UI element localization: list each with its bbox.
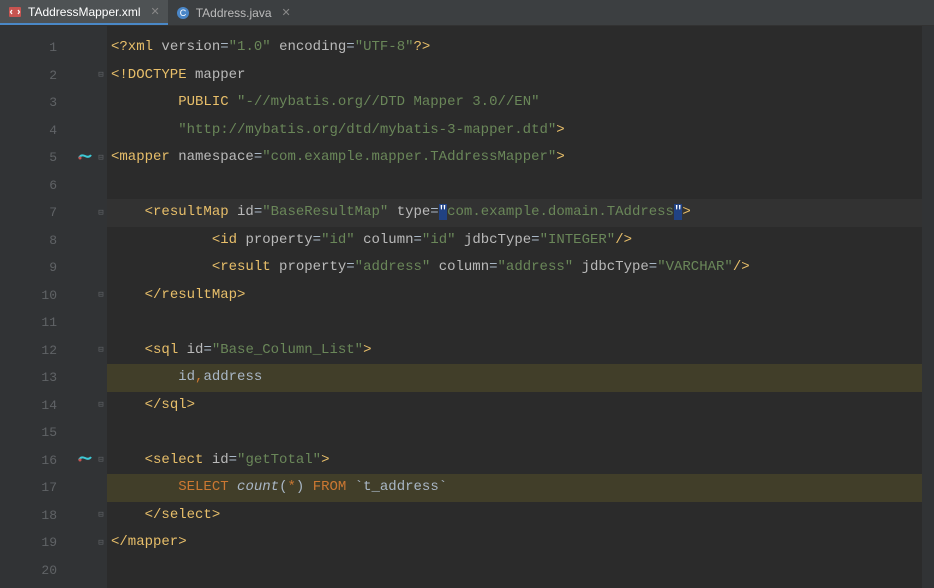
tab-label: TAddressMapper.xml — [28, 5, 140, 19]
tab-taddress-java[interactable]: C TAddress.java ✕ — [168, 0, 299, 25]
code-line — [107, 309, 922, 337]
code-editor[interactable]: 1 2 3 4 5 6 7 8 9 10 11 12 13 14 15 16 1… — [0, 26, 934, 588]
code-line — [107, 172, 922, 200]
code-line: <?xml version="1.0" encoding="UTF-8"?> — [107, 34, 922, 62]
tab-label: TAddress.java — [196, 6, 272, 20]
line-number: 12 — [15, 337, 75, 365]
line-number: 20 — [15, 557, 75, 585]
line-number: 1 — [15, 34, 75, 62]
code-line: </sql> — [107, 392, 922, 420]
line-number: 5 — [15, 144, 75, 172]
code-line — [107, 557, 922, 585]
line-number: 2 — [15, 62, 75, 90]
line-number: 15 — [15, 419, 75, 447]
mybatis-nav-icon[interactable] — [75, 144, 95, 172]
line-number: 14 — [15, 392, 75, 420]
fold-end-icon[interactable]: ⊟ — [95, 392, 107, 420]
left-margin — [0, 26, 15, 588]
code-line: </mapper> — [107, 529, 922, 557]
xml-file-icon — [8, 5, 22, 19]
line-number: 16 — [15, 447, 75, 475]
code-line: </resultMap> — [107, 282, 922, 310]
fold-toggle-icon[interactable]: ⊟ — [95, 337, 107, 365]
code-line: <result property="address" column="addre… — [107, 254, 922, 282]
code-line: </select> — [107, 502, 922, 530]
code-line — [107, 419, 922, 447]
tab-taddressmapper-xml[interactable]: TAddressMapper.xml ✕ — [0, 0, 168, 25]
line-number: 18 — [15, 502, 75, 530]
code-line: <select id="getTotal"> — [107, 447, 922, 475]
line-number: 9 — [15, 254, 75, 282]
java-class-icon: C — [176, 6, 190, 20]
close-icon[interactable]: ✕ — [282, 6, 291, 19]
line-number: 10 — [15, 282, 75, 310]
line-number: 11 — [15, 309, 75, 337]
line-number: 13 — [15, 364, 75, 392]
line-number: 4 — [15, 117, 75, 145]
code-line: SELECT count(*) FROM `t_address` — [107, 474, 922, 502]
fold-toggle-icon[interactable]: ⊟ — [95, 62, 107, 90]
code-line: <sql id="Base_Column_List"> — [107, 337, 922, 365]
fold-toggle-icon[interactable]: ⊟ — [95, 199, 107, 227]
line-number: 7 — [15, 199, 75, 227]
line-number: 8 — [15, 227, 75, 255]
fold-end-icon[interactable]: ⊟ — [95, 529, 107, 557]
line-number: 19 — [15, 529, 75, 557]
code-line: <id property="id" column="id" jdbcType="… — [107, 227, 922, 255]
svg-text:C: C — [179, 8, 186, 18]
fold-end-icon[interactable]: ⊟ — [95, 502, 107, 530]
right-scrollbar-strip[interactable] — [922, 26, 934, 588]
mybatis-nav-icon[interactable] — [75, 447, 95, 475]
editor-tabs: TAddressMapper.xml ✕ C TAddress.java ✕ — [0, 0, 934, 26]
line-number: 17 — [15, 474, 75, 502]
fold-end-icon[interactable]: ⊟ — [95, 282, 107, 310]
code-area[interactable]: <?xml version="1.0" encoding="UTF-8"?> <… — [107, 26, 922, 588]
code-line: <mapper namespace="com.example.mapper.TA… — [107, 144, 922, 172]
line-number: 3 — [15, 89, 75, 117]
close-icon[interactable]: ✕ — [150, 5, 159, 18]
line-number-gutter: 1 2 3 4 5 6 7 8 9 10 11 12 13 14 15 16 1… — [15, 26, 75, 588]
code-line: PUBLIC "-//mybatis.org//DTD Mapper 3.0//… — [107, 89, 922, 117]
code-line-current: <resultMap id="BaseResultMap" type="com.… — [107, 199, 922, 227]
fold-toggle-icon[interactable]: ⊟ — [95, 144, 107, 172]
gutter-icon-column — [75, 26, 95, 588]
code-line: "http://mybatis.org/dtd/mybatis-3-mapper… — [107, 117, 922, 145]
code-line: <!DOCTYPE mapper — [107, 62, 922, 90]
fold-toggle-icon[interactable]: ⊟ — [95, 447, 107, 475]
line-number: 6 — [15, 172, 75, 200]
code-line: id,address — [107, 364, 922, 392]
fold-column: ⊟ ⊟ ⊟ ⊟ ⊟ ⊟ ⊟ ⊟ ⊟ — [95, 26, 107, 588]
